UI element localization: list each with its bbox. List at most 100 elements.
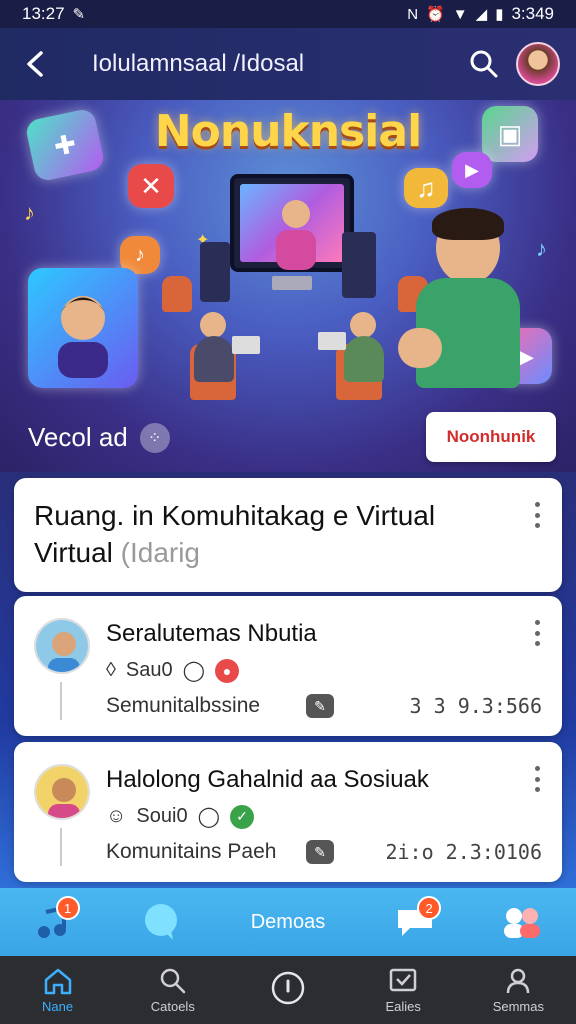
edit-icon: ✎ (72, 6, 86, 23)
bag-icon: ▣ (482, 106, 538, 162)
profile-icon (507, 968, 530, 993)
post-author: Seralutemas Nbutia (106, 620, 317, 647)
post-meta-text: Sau0 (125, 659, 173, 681)
post-stat: 2i:o 2.3:0106 (385, 840, 542, 864)
signal-icon: ◢ (475, 6, 488, 23)
more-options-icon[interactable] (532, 766, 542, 792)
nav-profile-label: Semmas (492, 998, 544, 1014)
character-hand (398, 328, 442, 368)
music-note-decor-icon: ♪ (536, 236, 547, 261)
video-call-card (28, 268, 138, 388)
like-reaction-icon[interactable]: ✓ (229, 804, 254, 829)
post-card[interactable]: Halolong Gahalnid aa Sosiuak ☺ Soui0 ◯ ✓… (14, 742, 562, 882)
tab-messages[interactable]: 2 (375, 892, 455, 952)
video-ad-label: Vecol ad ⁘ (28, 422, 170, 453)
alarm-icon: ⏰ (426, 6, 445, 23)
nav-home-label: Nane (42, 998, 74, 1014)
community-header-card[interactable]: Ruang. in Komuhitakag e Virtual Virtual … (14, 478, 562, 592)
app-bar: Iolulamnsaal /Idosal (0, 28, 576, 100)
gamepad-icon: ✚ (24, 107, 106, 183)
speaker-graphic (200, 242, 230, 302)
video-ad-text: Vecol ad (28, 422, 128, 452)
game-icon: ✕ (128, 164, 174, 208)
tab-music[interactable]: 1 (14, 892, 94, 952)
post-author: Halolong Gahalnid aa Sosiuak (106, 766, 429, 793)
post-stat: 3 3 9.3:566 (409, 694, 542, 718)
user-avatar[interactable] (516, 42, 560, 86)
music-note-icon: ♫ (404, 168, 448, 208)
person-head (200, 312, 226, 338)
avatar[interactable] (34, 618, 90, 674)
banner-title: Nonuknsial (154, 106, 422, 157)
checkbox-icon (389, 968, 417, 991)
nav-search[interactable]: Catoels (123, 967, 223, 1014)
search-button[interactable] (462, 42, 506, 86)
battery-icon: ▮ (495, 6, 504, 23)
post-community[interactable]: Komunitains Paeh (106, 840, 276, 864)
person-avatar-graphic (58, 296, 108, 378)
people-icon (504, 908, 541, 938)
play-icon: ▶ (452, 152, 492, 188)
hero-banner: Nonuknsial ✚ ▣ ✕ ♫ ▶ ♪ ▶ ♪ ♪ ✦ Vecol ad … (0, 100, 576, 472)
community-subtitle-muted: (Idarig (120, 537, 201, 568)
more-options-icon[interactable] (532, 502, 542, 528)
search-icon (470, 50, 498, 78)
nav-activity-label: Ealies (385, 998, 421, 1014)
nav-search-label: Catoels (150, 998, 195, 1014)
community-subtitle: Virtual (Idarig (34, 534, 542, 572)
post-community[interactable]: Semunitalbssine (106, 694, 260, 718)
location-pin-icon: ◊ (106, 659, 116, 681)
page-title: Iolulamnsaal /Idosal (92, 50, 305, 77)
comment-icon[interactable]: ◯ (198, 804, 220, 829)
nav-profile[interactable]: Semmas (468, 967, 568, 1014)
tv-screen (240, 184, 344, 270)
circle-icon (271, 971, 305, 1005)
avatar[interactable] (34, 764, 90, 820)
person-body (344, 336, 384, 382)
community-title: Ruang. in Komuhitakag e Virtual (34, 500, 436, 531)
content-area: Ruang. in Komuhitakag e Virtual Virtual … (0, 472, 576, 888)
character-hair (432, 208, 504, 240)
nfc-icon: N (407, 5, 419, 23)
info-icon[interactable]: ⁘ (139, 422, 170, 453)
chat-bubble-icon (144, 904, 177, 940)
back-arrow-icon (27, 51, 43, 77)
action-tab-bar: 1 Demoas 2 (0, 888, 576, 956)
chat-icon[interactable]: ✎ (306, 694, 334, 718)
tab-demos-label: Demoas (250, 910, 326, 933)
comment-icon[interactable]: ◯ (183, 658, 205, 683)
notification-badge: 2 (417, 896, 442, 920)
bottom-navigation: Nane Catoels Ealies Semmas (0, 956, 576, 1024)
speaker-graphic (342, 232, 376, 298)
more-options-icon[interactable] (532, 620, 542, 646)
status-time: 13:27 (22, 4, 65, 23)
community-subtitle-text: Virtual (34, 537, 113, 568)
music-note-decor-icon: ♪ (24, 200, 35, 225)
nav-home[interactable]: Nane (8, 967, 108, 1014)
thread-line (60, 682, 62, 720)
heart-reaction-icon[interactable]: ● (215, 658, 239, 683)
nav-create[interactable] (238, 970, 338, 1010)
home-icon (44, 968, 71, 994)
tab-friends[interactable] (482, 892, 562, 952)
tv-graphic (230, 174, 354, 272)
chair-graphic (162, 276, 192, 312)
post-card[interactable]: Seralutemas Nbutia ◊ Sau0 ◯ ● Semunitalb… (14, 596, 562, 736)
emoji-icon: ☺ (106, 805, 127, 827)
laptop-graphic (232, 336, 260, 354)
tab-chat[interactable] (121, 892, 201, 952)
post-meta: ☺ Soui0 ◯ ✓ (106, 804, 254, 829)
nav-activity[interactable]: Ealies (353, 967, 453, 1014)
thread-line (60, 828, 62, 866)
chat-icon[interactable]: ✎ (306, 840, 334, 864)
person-head (350, 312, 376, 338)
post-meta-text: Soui0 (136, 805, 188, 827)
avatar-graphic (36, 620, 88, 672)
tab-demos[interactable]: Demoas (228, 892, 348, 952)
promo-button[interactable]: Noonhunik (426, 412, 556, 462)
tv-stand (272, 276, 312, 290)
avatar-graphic (36, 766, 88, 818)
person-body (194, 336, 234, 382)
search-icon (160, 968, 186, 993)
back-button[interactable] (16, 46, 52, 82)
